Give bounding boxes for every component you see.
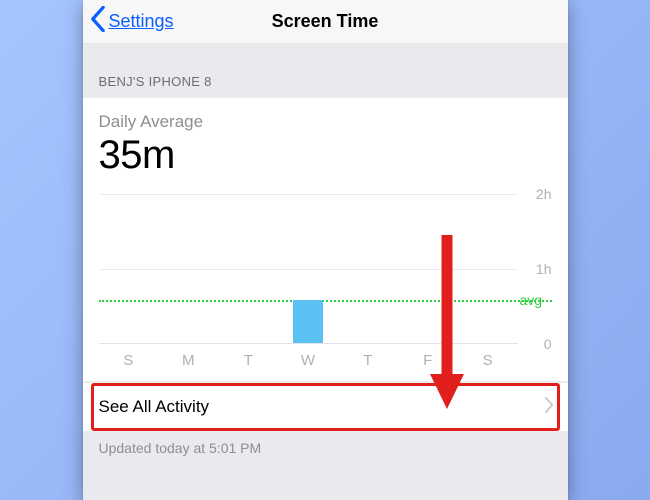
daily-average-value: 35m	[99, 134, 552, 176]
chart-x-tick: F	[398, 352, 458, 369]
section-header: BENJ'S IPHONE 8	[83, 44, 568, 97]
chart-bar-column	[158, 194, 218, 343]
screen-time-screenshot: Settings Screen Time BENJ'S IPHONE 8 Dai…	[83, 0, 568, 500]
chart-bar-column	[338, 194, 398, 343]
back-label: Settings	[109, 11, 174, 32]
usage-card: Daily Average 35m 2h1h0avg SMTWTFS	[83, 97, 568, 382]
chart-y-axis: 2h1h0avg	[518, 194, 552, 344]
chart-y-tick: 1h	[536, 261, 552, 277]
chart-y-tick: 2h	[536, 186, 552, 202]
chart-avg-label: avg	[520, 292, 543, 308]
navbar: Settings Screen Time	[83, 0, 568, 44]
chart-y-tick: 0	[544, 336, 552, 352]
chart-x-tick: S	[99, 352, 159, 369]
chart-bar	[293, 300, 323, 343]
chart-x-axis: SMTWTFS	[99, 352, 552, 369]
chart-bar-column	[398, 194, 458, 343]
chart-plot-area	[99, 194, 518, 344]
page-title: Screen Time	[272, 11, 379, 32]
chevron-right-icon	[545, 397, 554, 418]
chart-bar-column	[458, 194, 518, 343]
updated-timestamp: Updated today at 5:01 PM	[83, 432, 568, 464]
weekly-chart: 2h1h0avg	[99, 194, 552, 344]
back-button[interactable]: Settings	[89, 0, 174, 43]
chart-bar-column	[278, 194, 338, 343]
chart-x-tick: T	[218, 352, 278, 369]
chart-bar-column	[218, 194, 278, 343]
chevron-left-icon	[89, 6, 107, 37]
chart-x-tick: M	[158, 352, 218, 369]
chart-bar-column	[99, 194, 159, 343]
chart-x-tick: W	[278, 352, 338, 369]
see-all-activity-label: See All Activity	[99, 397, 210, 417]
daily-average-label: Daily Average	[99, 112, 552, 132]
chart-x-tick: T	[338, 352, 398, 369]
see-all-activity-button[interactable]: See All Activity	[83, 382, 568, 432]
chart-x-tick: S	[458, 352, 518, 369]
